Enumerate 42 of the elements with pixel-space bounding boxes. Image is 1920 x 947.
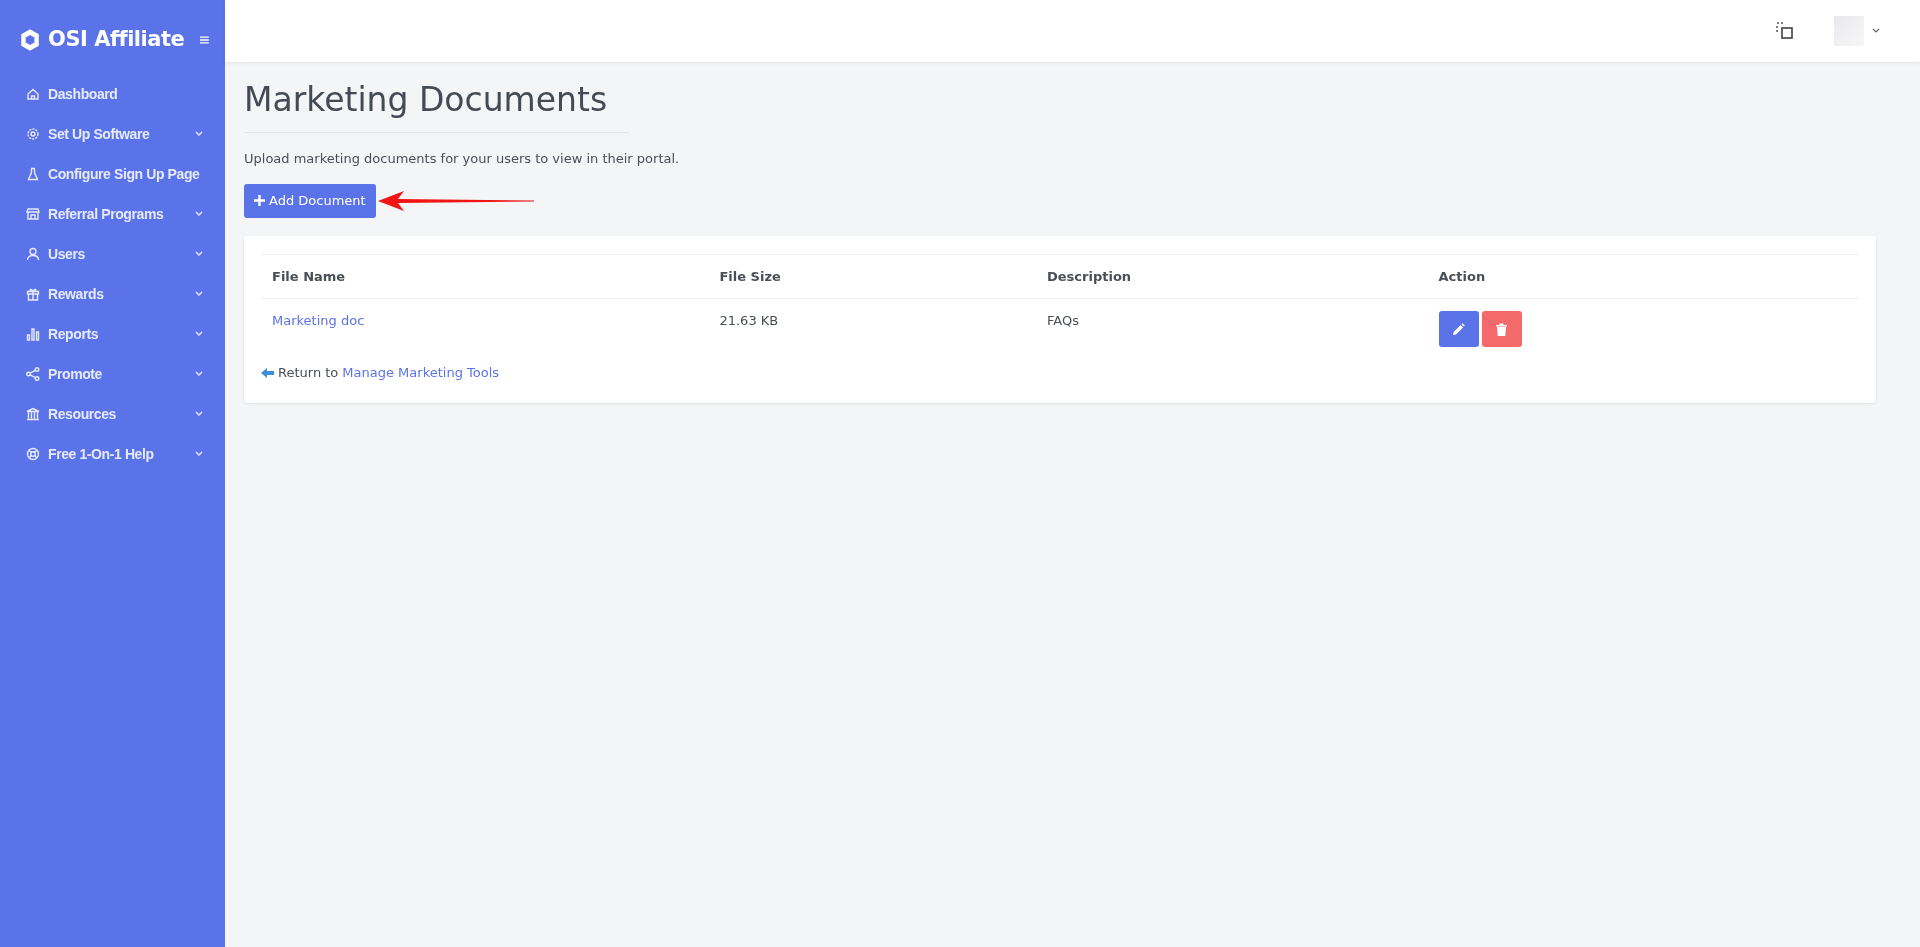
store-icon: [26, 207, 40, 221]
edit-button[interactable]: [1438, 311, 1479, 348]
back-arrow-icon: [261, 367, 274, 378]
sidebar-item[interactable]: Promote: [0, 354, 225, 394]
sidebar-item[interactable]: Reports: [0, 314, 225, 354]
page-title: Marketing Documents: [244, 80, 609, 120]
delete-button[interactable]: [1481, 311, 1522, 348]
sidebar-item[interactable]: Referral Programs: [0, 194, 225, 234]
column-header: Description: [1036, 254, 1428, 299]
table-cell: 21.63 KB: [708, 298, 1036, 348]
column-header: Action: [1427, 254, 1859, 299]
sidebar-item[interactable]: Rewards: [0, 274, 225, 314]
return-text: Return to: [278, 364, 339, 383]
column-header: File Size: [708, 254, 1036, 299]
lifebuoy-icon: [26, 447, 40, 461]
sidebar-item[interactable]: Users: [0, 234, 225, 274]
sidebar-item[interactable]: Resources: [0, 394, 225, 434]
add-document-button[interactable]: Add Document: [244, 184, 376, 218]
pencil-icon: [1452, 322, 1465, 336]
flask-icon: [26, 167, 40, 181]
bar-chart-icon: [26, 327, 40, 341]
plus-icon: [254, 195, 265, 207]
user-icon: [26, 247, 40, 261]
caret-icon[interactable]: [1872, 28, 1880, 34]
gear-icon: [26, 127, 40, 141]
trash-icon: [1496, 322, 1507, 336]
bank-icon: [26, 407, 40, 421]
page-description: Upload marketing documents for your users to view in their portal.: [244, 149, 681, 168]
brand-name: OSI Affiliate: [48, 26, 185, 54]
file-name-link[interactable]: Marketing doc: [272, 313, 365, 329]
manage-marketing-tools-link[interactable]: Manage Marketing Tools: [342, 363, 500, 383]
fullscreen-icon[interactable]: [1776, 22, 1794, 40]
gift-icon: [26, 287, 40, 301]
home-icon: [26, 87, 40, 101]
column-header: File Name: [261, 254, 709, 299]
sidebar-item[interactable]: Free 1-On-1 Help: [0, 434, 225, 474]
sidebar-item[interactable]: Configure Sign Up Page: [0, 154, 225, 194]
menu-icon[interactable]: [200, 34, 209, 46]
sidebar-item[interactable]: Set Up Software: [0, 114, 225, 154]
sidebar-item[interactable]: Dashboard: [0, 74, 225, 114]
table-cell: FAQs: [1036, 298, 1428, 348]
share-icon: [26, 367, 40, 381]
